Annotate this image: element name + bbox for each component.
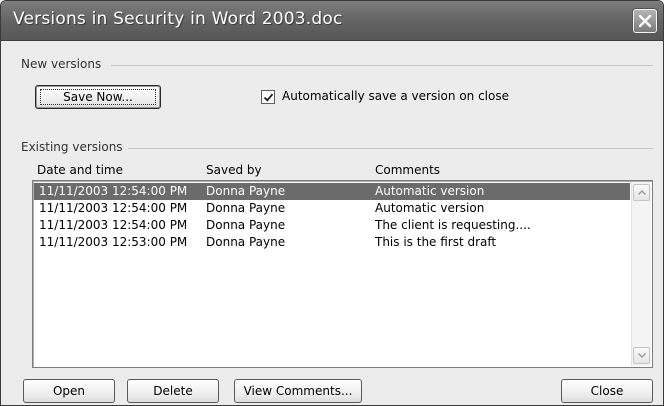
delete-button-label: Delete (153, 384, 193, 398)
cell-comment: Automatic version (375, 184, 485, 198)
view-comments-button-label: View Comments... (243, 384, 353, 398)
delete-button[interactable]: Delete (127, 379, 219, 403)
open-button-label: Open (52, 384, 86, 398)
cell-comment: This is the first draft (375, 235, 497, 249)
new-versions-label: New versions (21, 57, 102, 71)
auto-save-label[interactable]: Automatically save a version on close (282, 89, 509, 103)
new-versions-divider (111, 65, 653, 66)
vertical-scrollbar[interactable] (631, 182, 651, 366)
existing-versions-label: Existing versions (21, 140, 123, 154)
auto-save-checkbox[interactable] (261, 90, 275, 104)
versions-list[interactable]: 11/11/2003 12:54:00 PM Donna Payne Autom… (32, 180, 653, 368)
cell-saved-by: Donna Payne (206, 235, 286, 249)
cell-comment: The client is requesting.... (375, 218, 531, 232)
cell-date: 11/11/2003 12:54:00 PM (39, 201, 188, 215)
column-header-date[interactable]: Date and time (37, 163, 123, 177)
close-button-label: Close (590, 384, 624, 398)
checkmark-icon (263, 93, 274, 102)
cell-saved-by: Donna Payne (206, 201, 286, 215)
versions-rows: 11/11/2003 12:54:00 PM Donna Payne Autom… (34, 183, 630, 251)
close-x-icon[interactable] (633, 9, 657, 33)
close-button[interactable]: Close (561, 379, 653, 403)
cell-saved-by: Donna Payne (206, 218, 286, 232)
cell-saved-by: Donna Payne (206, 184, 286, 198)
dialog-title: Versions in Security in Word 2003.doc (13, 9, 343, 29)
scroll-down-button[interactable] (633, 347, 650, 364)
title-bar[interactable]: Versions in Security in Word 2003.doc (1, 1, 663, 41)
column-header-saved-by[interactable]: Saved by (206, 163, 262, 177)
existing-versions-divider (128, 148, 653, 149)
open-button[interactable]: Open (23, 379, 115, 403)
view-comments-button[interactable]: View Comments... (234, 379, 362, 403)
chevron-down-icon (638, 353, 646, 358)
table-row[interactable]: 11/11/2003 12:54:00 PM Donna Payne The c… (34, 217, 630, 234)
table-row[interactable]: 11/11/2003 12:54:00 PM Donna Payne Autom… (34, 183, 630, 200)
column-header-comments[interactable]: Comments (375, 163, 440, 177)
chevron-up-icon (638, 190, 646, 195)
save-now-button[interactable]: Save Now... (35, 85, 161, 109)
table-row[interactable]: 11/11/2003 12:53:00 PM Donna Payne This … (34, 234, 630, 251)
cell-date: 11/11/2003 12:54:00 PM (39, 218, 188, 232)
cell-comment: Automatic version (375, 201, 485, 215)
table-row[interactable]: 11/11/2003 12:54:00 PM Donna Payne Autom… (34, 200, 630, 217)
cell-date: 11/11/2003 12:53:00 PM (39, 235, 188, 249)
scroll-up-button[interactable] (633, 184, 650, 201)
cell-date: 11/11/2003 12:54:00 PM (39, 184, 188, 198)
save-now-label: Save Now... (63, 90, 133, 104)
versions-dialog: Versions in Security in Word 2003.doc Ne… (0, 0, 664, 406)
